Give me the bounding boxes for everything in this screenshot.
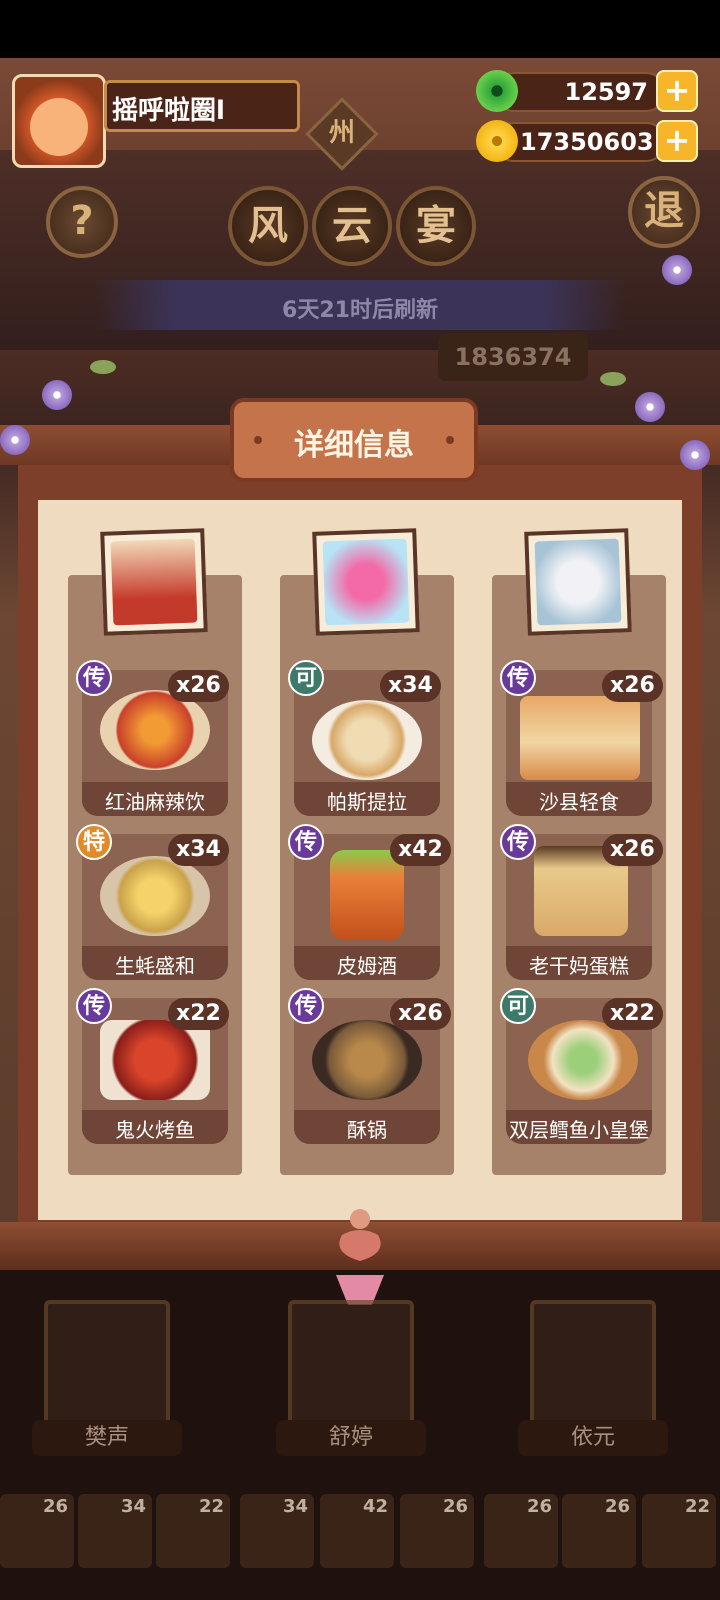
dish-strip-item[interactable]: 26 <box>400 1494 474 1568</box>
dish-name: 皮姆酒 <box>337 954 397 978</box>
dish-name: 帕斯提拉 <box>327 790 407 814</box>
add-jade-button[interactable]: + <box>656 70 698 112</box>
jade-amount: 12597 <box>564 78 649 106</box>
dish-name: 老干妈蛋糕 <box>529 954 629 978</box>
leaf-icon <box>90 360 116 374</box>
character-card-3[interactable] <box>530 1300 656 1430</box>
chef-portrait-2[interactable] <box>312 528 420 636</box>
exit-button[interactable]: 退 <box>628 176 700 248</box>
event-title-char-2: 云 <box>312 186 392 266</box>
flower-icon <box>662 255 692 285</box>
rarity-badge: 可 <box>500 988 536 1024</box>
dish-name: 酥锅 <box>347 1118 387 1142</box>
dish-quantity: x22 <box>602 998 663 1030</box>
rarity-badge: 传 <box>288 988 324 1024</box>
dish-quantity: x34 <box>168 834 229 866</box>
avatar-face <box>30 98 88 156</box>
rarity-badge: 传 <box>76 988 112 1024</box>
chef-avatar <box>322 538 410 626</box>
dish-strip-count: 26 <box>42 1496 68 1517</box>
rarity-badge: 传 <box>500 824 536 860</box>
character-name-1: 樊声 <box>32 1420 182 1456</box>
knot-ornament <box>336 1209 384 1305</box>
dish-quantity: x26 <box>602 670 663 702</box>
dish-strip-item[interactable]: 42 <box>320 1494 394 1568</box>
dish-strip-count: 34 <box>282 1496 308 1517</box>
rarity-badge: 传 <box>500 660 536 696</box>
help-button[interactable]: ? <box>46 186 118 258</box>
dish-quantity: x26 <box>602 834 663 866</box>
dish-strip-item[interactable]: 34 <box>240 1494 314 1568</box>
dish-image <box>312 1020 422 1100</box>
dish-quantity: x22 <box>168 998 229 1030</box>
dish-quantity: x26 <box>390 998 451 1030</box>
chef-avatar <box>110 538 198 626</box>
dish-strip-count: 26 <box>526 1496 552 1517</box>
dish-name: 生蚝盛和 <box>115 954 195 978</box>
coin-icon <box>476 120 518 162</box>
dish-strip-count: 22 <box>198 1496 224 1517</box>
dish-strip-item[interactable]: 22 <box>156 1494 230 1568</box>
event-title-char-1: 风 <box>228 186 308 266</box>
jade-icon <box>476 70 518 112</box>
rarity-badge: 传 <box>76 660 112 696</box>
dish-strip-item[interactable]: 34 <box>78 1494 152 1568</box>
flower-icon <box>0 425 30 455</box>
score-value: 1836374 <box>454 343 572 371</box>
chef-portrait-3[interactable] <box>524 528 632 636</box>
coin-amount: 17350603 <box>520 128 654 156</box>
dish-quantity: x42 <box>390 834 451 866</box>
character-name-2: 舒婷 <box>276 1420 426 1456</box>
dish-image <box>520 696 640 780</box>
character-name-3: 依元 <box>518 1420 668 1456</box>
dish-image <box>330 850 404 940</box>
character-card-2[interactable] <box>288 1300 414 1430</box>
dish-name: 双层鳕鱼小皇堡 <box>509 1118 649 1142</box>
dish-strip-item[interactable]: 22 <box>642 1494 716 1568</box>
dish-name: 红油麻辣饮 <box>105 790 205 814</box>
refresh-timer: 6天21时后刷新 <box>282 298 438 323</box>
dish-strip-count: 34 <box>120 1496 146 1517</box>
event-title-char-3: 宴 <box>396 186 476 266</box>
chef-portrait-1[interactable] <box>100 528 208 636</box>
dish-quantity: x26 <box>168 670 229 702</box>
dish-name: 鬼火烤鱼 <box>115 1118 195 1142</box>
character-card-1[interactable] <box>44 1300 170 1430</box>
dish-name: 沙县轻食 <box>539 790 619 814</box>
dish-strip-count: 22 <box>684 1496 710 1517</box>
add-coins-button[interactable]: + <box>656 120 698 162</box>
dish-strip-count: 42 <box>362 1496 388 1517</box>
flower-icon <box>635 392 665 422</box>
flower-icon <box>680 440 710 470</box>
rarity-badge: 传 <box>288 824 324 860</box>
rarity-badge: 可 <box>288 660 324 696</box>
dish-strip-count: 26 <box>604 1496 630 1517</box>
chef-avatar <box>534 538 622 626</box>
status-bar <box>0 0 720 58</box>
dish-image <box>528 1020 638 1100</box>
player-name: 摇呼啦圈l <box>112 96 225 126</box>
dish-strip-item[interactable]: 26 <box>562 1494 636 1568</box>
dish-strip-count: 26 <box>442 1496 468 1517</box>
dish-image <box>100 856 210 936</box>
flower-icon <box>42 380 72 410</box>
rarity-badge: 特 <box>76 824 112 860</box>
dish-image <box>312 700 422 780</box>
region-label: 州 <box>328 118 355 148</box>
dish-quantity: x34 <box>380 670 441 702</box>
dish-strip-item[interactable]: 26 <box>0 1494 74 1568</box>
leaf-icon <box>600 372 626 386</box>
dish-strip-item[interactable]: 26 <box>484 1494 558 1568</box>
dish-image <box>100 1020 210 1100</box>
panel-title: 详细信息 <box>294 428 414 463</box>
dish-image <box>100 690 210 770</box>
